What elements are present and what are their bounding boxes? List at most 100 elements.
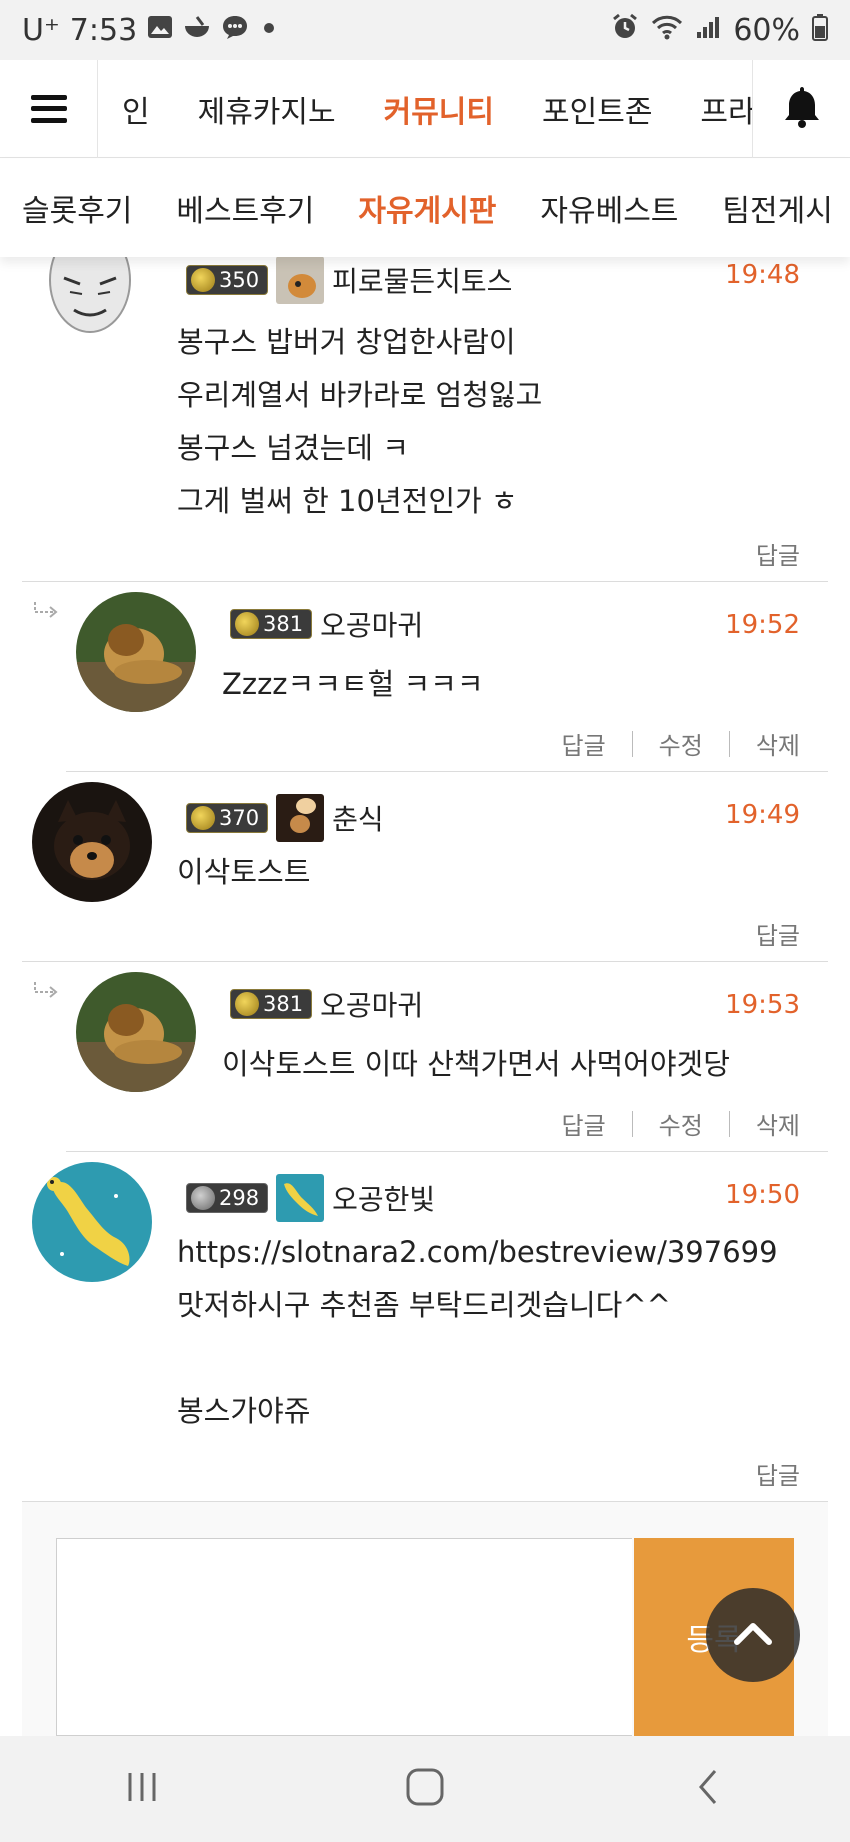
level-badge: 381: [230, 609, 313, 639]
bowl-icon: [183, 15, 211, 46]
sub-tabs: 슬롯후기 베스트후기 자유게시판 자유베스트 팀전게시: [0, 159, 850, 257]
comment-text: Zzzzㅋㅋㅌ헐 ㅋㅋㅋ: [222, 667, 484, 701]
tab-community[interactable]: 커뮤니티: [360, 87, 518, 131]
subtab-slot-reviews[interactable]: 슬롯후기: [0, 186, 154, 230]
home-button[interactable]: [365, 1749, 485, 1829]
comment-actions: 답글: [756, 536, 800, 571]
avatar[interactable]: [76, 972, 196, 1092]
reply-link[interactable]: 답글: [756, 916, 800, 951]
edit-link[interactable]: 수정: [659, 1106, 703, 1141]
delete-link[interactable]: 삭제: [756, 726, 800, 761]
comment-input[interactable]: [56, 1538, 632, 1736]
comment-time: 19:52: [725, 610, 800, 640]
nickname[interactable]: 오공한빛: [332, 1178, 435, 1218]
nickname[interactable]: 오공마귀: [320, 604, 423, 644]
tab-partner-casino[interactable]: 제휴카지노: [174, 87, 360, 131]
notification-button[interactable]: [752, 59, 850, 158]
comment-actions: 답글 수정 삭제: [561, 726, 800, 761]
medal-icon: [191, 268, 215, 292]
wifi-icon: [651, 14, 683, 47]
alarm-icon: [611, 13, 639, 48]
main-tabs: 인 제휴카지노 커뮤니티 포인트존 프라: [98, 60, 752, 158]
comment-text: 이삭토스트 이따 산책가면서 사먹어야겟당: [222, 1047, 730, 1081]
reply-link[interactable]: 답글: [756, 1456, 800, 1491]
menu-button[interactable]: [0, 59, 98, 158]
comment-item: 381 오공마귀 19:52 Zzzzㅋㅋㅌ헐 ㅋㅋㅋ 답글 수정 삭제: [66, 582, 828, 772]
comment-composer: 등록: [22, 1502, 828, 1736]
back-button[interactable]: [648, 1749, 768, 1829]
comment-meta: 298 오공한빛: [186, 1174, 435, 1222]
tab-point-zone[interactable]: 포인트존: [518, 87, 676, 131]
level-badge: 381: [230, 989, 313, 1019]
signal-icon: [695, 14, 721, 47]
back-icon: [695, 1767, 721, 1811]
comment-meta: 370 춘식: [186, 794, 384, 842]
avatar[interactable]: [30, 250, 150, 350]
comment-meta: 381 오공마귀: [230, 984, 423, 1024]
hamburger-icon: [30, 94, 67, 123]
level-number: 381: [263, 612, 304, 636]
scroll-top-button[interactable]: [706, 1588, 800, 1682]
battery-percent: 60%: [733, 12, 800, 48]
home-icon: [405, 1767, 445, 1811]
reply-arrow-icon: [32, 980, 60, 1006]
reply-arrow-icon: [32, 600, 60, 626]
top-nav: 인 제휴카지노 커뮤니티 포인트존 프라: [0, 59, 850, 158]
medal-icon: [191, 1186, 215, 1210]
comment-actions: 답글: [756, 916, 800, 951]
status-bar: U⁺ 7:53 60%: [0, 0, 850, 60]
subtab-free-best[interactable]: 자유베스트: [518, 186, 700, 230]
level-badge: 370: [186, 803, 269, 833]
carrier-label: U⁺: [22, 12, 60, 48]
comment-meta: 381 오공마귀: [230, 604, 423, 644]
nickname[interactable]: 피로물든치토스: [332, 260, 512, 300]
level-number: 381: [263, 992, 304, 1016]
chevron-up-icon: [733, 1620, 773, 1650]
level-number: 298: [219, 1186, 260, 1210]
nickname[interactable]: 춘식: [332, 798, 384, 838]
comment-item: 370 춘식 19:49 이삭토스트 답글: [22, 772, 828, 962]
avatar[interactable]: [32, 782, 152, 902]
clock: 7:53: [69, 12, 138, 48]
subtab-best-reviews[interactable]: 베스트후기: [154, 186, 336, 230]
edit-link[interactable]: 수정: [659, 726, 703, 761]
battery-icon: [812, 13, 828, 48]
comment-time: 19:48: [725, 260, 800, 290]
bell-icon: [783, 85, 821, 133]
chat-icon: [221, 14, 249, 47]
nickname[interactable]: 오공마귀: [320, 984, 423, 1024]
avatar[interactable]: [76, 592, 196, 712]
comment-actions: 답글 수정 삭제: [561, 1106, 800, 1141]
recent-apps-icon: [124, 1769, 160, 1809]
delete-link[interactable]: 삭제: [756, 1106, 800, 1141]
reply-link[interactable]: 답글: [561, 726, 605, 761]
comment-time: 19:49: [725, 800, 800, 830]
comment-item: 350 피로물든치토스 19:48 봉구스 밥버거 창업한사람이 우리계열서 바…: [22, 250, 828, 582]
avatar[interactable]: [32, 1162, 152, 1282]
comment-time: 19:50: [725, 1180, 800, 1210]
level-number: 350: [219, 268, 260, 292]
medal-icon: [191, 806, 215, 830]
mini-avatar: [276, 1174, 325, 1222]
dot-icon: [259, 15, 279, 45]
reply-link[interactable]: 답글: [561, 1106, 605, 1141]
comment-actions: 답글: [756, 1456, 800, 1491]
subtab-team-board[interactable]: 팀전게시: [700, 186, 850, 230]
level-number: 370: [219, 806, 260, 830]
medal-icon: [235, 992, 259, 1016]
comment-text: https://slotnara2.com/bestreview/397699 …: [177, 1235, 778, 1428]
level-badge: 350: [186, 265, 269, 295]
comment-item: 298 오공한빛 19:50 https://slotnara2.com/bes…: [22, 1152, 828, 1502]
medal-icon: [235, 612, 259, 636]
tab-premium[interactable]: 프라: [676, 87, 752, 131]
reply-link[interactable]: 답글: [756, 536, 800, 571]
system-nav-bar: [0, 1736, 850, 1842]
comment-time: 19:53: [725, 990, 800, 1020]
comment-meta: 350 피로물든치토스: [186, 256, 512, 304]
comment-item: 381 오공마귀 19:53 이삭토스트 이따 산책가면서 사먹어야겟당 답글 …: [66, 962, 828, 1152]
comment-text: 이삭토스트: [177, 855, 311, 889]
subtab-free-board[interactable]: 자유게시판: [336, 186, 518, 230]
recent-apps-button[interactable]: [82, 1749, 202, 1829]
tab-login[interactable]: 인: [98, 87, 174, 131]
mini-avatar: [276, 794, 325, 842]
